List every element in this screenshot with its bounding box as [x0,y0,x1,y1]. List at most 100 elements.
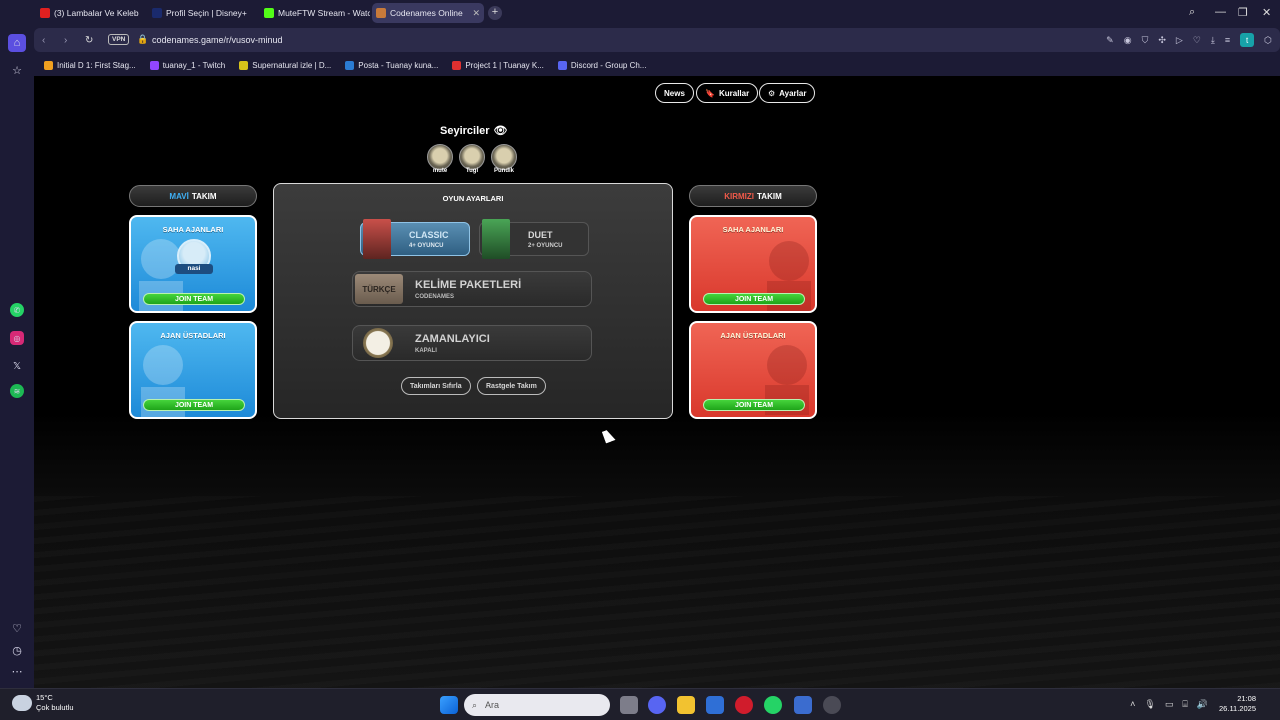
random-teams-button[interactable]: Rastgele Takım [477,377,546,395]
spectator-tugi[interactable]: Tugi [458,144,486,174]
cloud-icon [12,695,32,711]
restore-icon[interactable]: ❐ [1238,6,1248,19]
network-icon[interactable]: ⌸ [1182,699,1187,710]
bookmark-label: Project 1 | Tuanay K... [465,60,544,70]
spectator-pundik[interactable]: Pundik [490,144,518,174]
edit-icon[interactable]: ✎ [1106,35,1114,46]
codenames-page: News 🔖 Kurallar ⚙ Ayarlar Seyirciler 👁 mute… [34,76,1280,688]
whatsapp-icon[interactable] [764,696,782,714]
classic-mode-button[interactable]: CLASSIC 4+ OYUNCU [360,219,470,259]
taskbar-search[interactable]: ⌕ Ara [464,694,610,716]
classic-box-art [363,219,391,259]
bookmark-label: tuanay_1 - Twitch [162,60,226,70]
reset-teams-button[interactable]: Takımları Sıfırla [401,377,471,395]
forward-icon[interactable]: › [64,35,67,46]
spectator-name: Pundik [493,168,514,174]
bookmark-item[interactable]: Initial D 1: First Stag... [44,60,136,70]
bookmark-item[interactable]: Supernatural izle | D... [239,60,331,70]
display-icon[interactable]: ▭ [1165,699,1174,710]
join-blue-agents-button[interactable]: JOIN TEAM [143,293,245,305]
outlook-icon [345,60,355,70]
timer-status: KAPALI [415,348,437,354]
play-icon[interactable]: ▷ [1176,35,1183,46]
url-text[interactable]: codenames.game/r/vusov-minud [152,35,283,45]
settings-cube-icon[interactable]: ⬡ [1264,35,1272,46]
discord-icon[interactable] [648,696,666,714]
volume-icon[interactable]: 🔊 [1197,699,1208,710]
twitch-icon [149,60,159,70]
player-name-tag: nasi [175,264,213,274]
file-explorer-icon[interactable] [677,696,695,714]
classic-label: CLASSIC [409,230,449,240]
red-field-agents-card: SAHA AJANLARI JOIN TEAM [689,215,817,313]
tab-strip: (3) Lambalar Ve Keleb Profil Seçin | Dis… [0,0,1280,26]
join-red-spymasters-button[interactable]: JOIN TEAM [703,399,805,411]
settings-button[interactable]: ⚙ Ayarlar [759,83,816,103]
join-blue-spymasters-button[interactable]: JOIN TEAM [143,399,245,411]
menu-icon[interactable]: ≡ [1225,35,1230,45]
favorites-heart-icon[interactable]: ♡ [8,619,26,637]
x-twitter-icon[interactable]: 𝕏 [8,357,26,375]
address-bar[interactable]: ‹ › ↻ VPN 🔒 codenames.game/r/vusov-minud… [34,28,1280,52]
blue-field-agents-card: SAHA AJANLARI nasi JOIN TEAM [129,215,257,313]
vpn-badge[interactable]: VPN [108,34,130,45]
kick-icon [264,8,274,18]
word-packs-option[interactable]: TÜRKÇE KELİME PAKETLERİ CODENAMES [352,271,592,307]
bookmark-item[interactable]: Project 1 | Tuanay K... [452,60,544,70]
home-icon[interactable]: ⌂ [8,34,26,52]
spectator-name: Tugi [465,168,479,174]
settings-label: Ayarlar [779,88,807,98]
instagram-icon[interactable]: ◎ [10,331,24,345]
task-view-icon[interactable] [620,696,638,714]
heart-icon[interactable]: ♡ [1193,35,1201,46]
join-red-agents-button[interactable]: JOIN TEAM [703,293,805,305]
search-tabs-icon[interactable]: ⌕ [1189,6,1195,19]
tab-youtube[interactable]: (3) Lambalar Ve Keleb [36,3,146,23]
chevron-up-icon[interactable]: ˄ [1130,699,1135,710]
minimize-icon[interactable]: — [1215,6,1226,18]
lock-icon[interactable]: 🔒 [137,34,148,45]
tab-label: MuteFTW Stream - Watch [278,8,370,18]
weather-widget[interactable]: 15°C Çok bulutlu [12,693,74,713]
speed-dial-icon[interactable]: ☆ [8,61,26,79]
back-icon[interactable]: ‹ [42,35,45,46]
tab-codenames[interactable]: Codenames Online ✕ [372,3,484,23]
bookmark-item[interactable]: Posta - Tuanay kuna... [345,60,438,70]
bookmark-label: Initial D 1: First Stag... [57,60,136,70]
tab-disney[interactable]: Profil Seçin | Disney+ [148,3,258,23]
app-icon[interactable] [794,696,812,714]
microphone-icon[interactable]: 🎙 [1144,699,1155,710]
windows-start-icon[interactable] [440,696,458,714]
spectator-mute[interactable]: mute [426,144,454,174]
bookmark-item[interactable]: tuanay_1 - Twitch [149,60,226,70]
close-window-icon[interactable]: ✕ [1262,6,1271,19]
spotify-icon[interactable]: ≋ [10,384,24,398]
tab-kick[interactable]: MuteFTW Stream - Watch [260,3,370,23]
adblock-icon[interactable]: ⛉ [1142,35,1149,46]
system-tray: ˄ 🎙 ▭ ⌸ 🔊 [1130,699,1208,710]
rules-button[interactable]: 🔖 Kurallar [696,83,759,103]
download-icon[interactable]: ⤓ [1211,35,1215,46]
more-dots-icon[interactable]: ⋯ [8,662,26,680]
discord-icon [557,60,567,70]
mail-icon[interactable] [706,696,724,714]
close-tab-icon[interactable]: ✕ [472,8,480,19]
steam-icon[interactable] [823,696,841,714]
opera-icon[interactable] [735,696,753,714]
team-color-label: KIRMIZI [724,191,755,201]
disney-icon [152,8,162,18]
whatsapp-icon[interactable]: ✆ [10,303,24,317]
timer-option[interactable]: ZAMANLAYICI KAPALI [352,325,592,361]
history-clock-icon[interactable]: ◷ [8,641,26,659]
new-tab-button[interactable]: + [488,6,502,20]
bookmark-item[interactable]: Discord - Group Ch... [557,60,646,70]
profile-avatar[interactable]: t [1240,33,1255,47]
blue-spymasters-card: AJAN ÜSTADLARI JOIN TEAM [129,321,257,419]
clock[interactable]: 21:08 26.11.2025 [1219,694,1256,714]
camera-icon[interactable]: ◉ [1124,35,1132,46]
team-label: TAKIM [757,191,782,201]
duet-mode-button[interactable]: DUET 2+ OYUNCU [479,219,589,259]
news-button[interactable]: News [655,83,694,103]
extensions-icon[interactable]: ✣ [1158,35,1166,46]
reload-icon[interactable]: ↻ [85,35,93,46]
